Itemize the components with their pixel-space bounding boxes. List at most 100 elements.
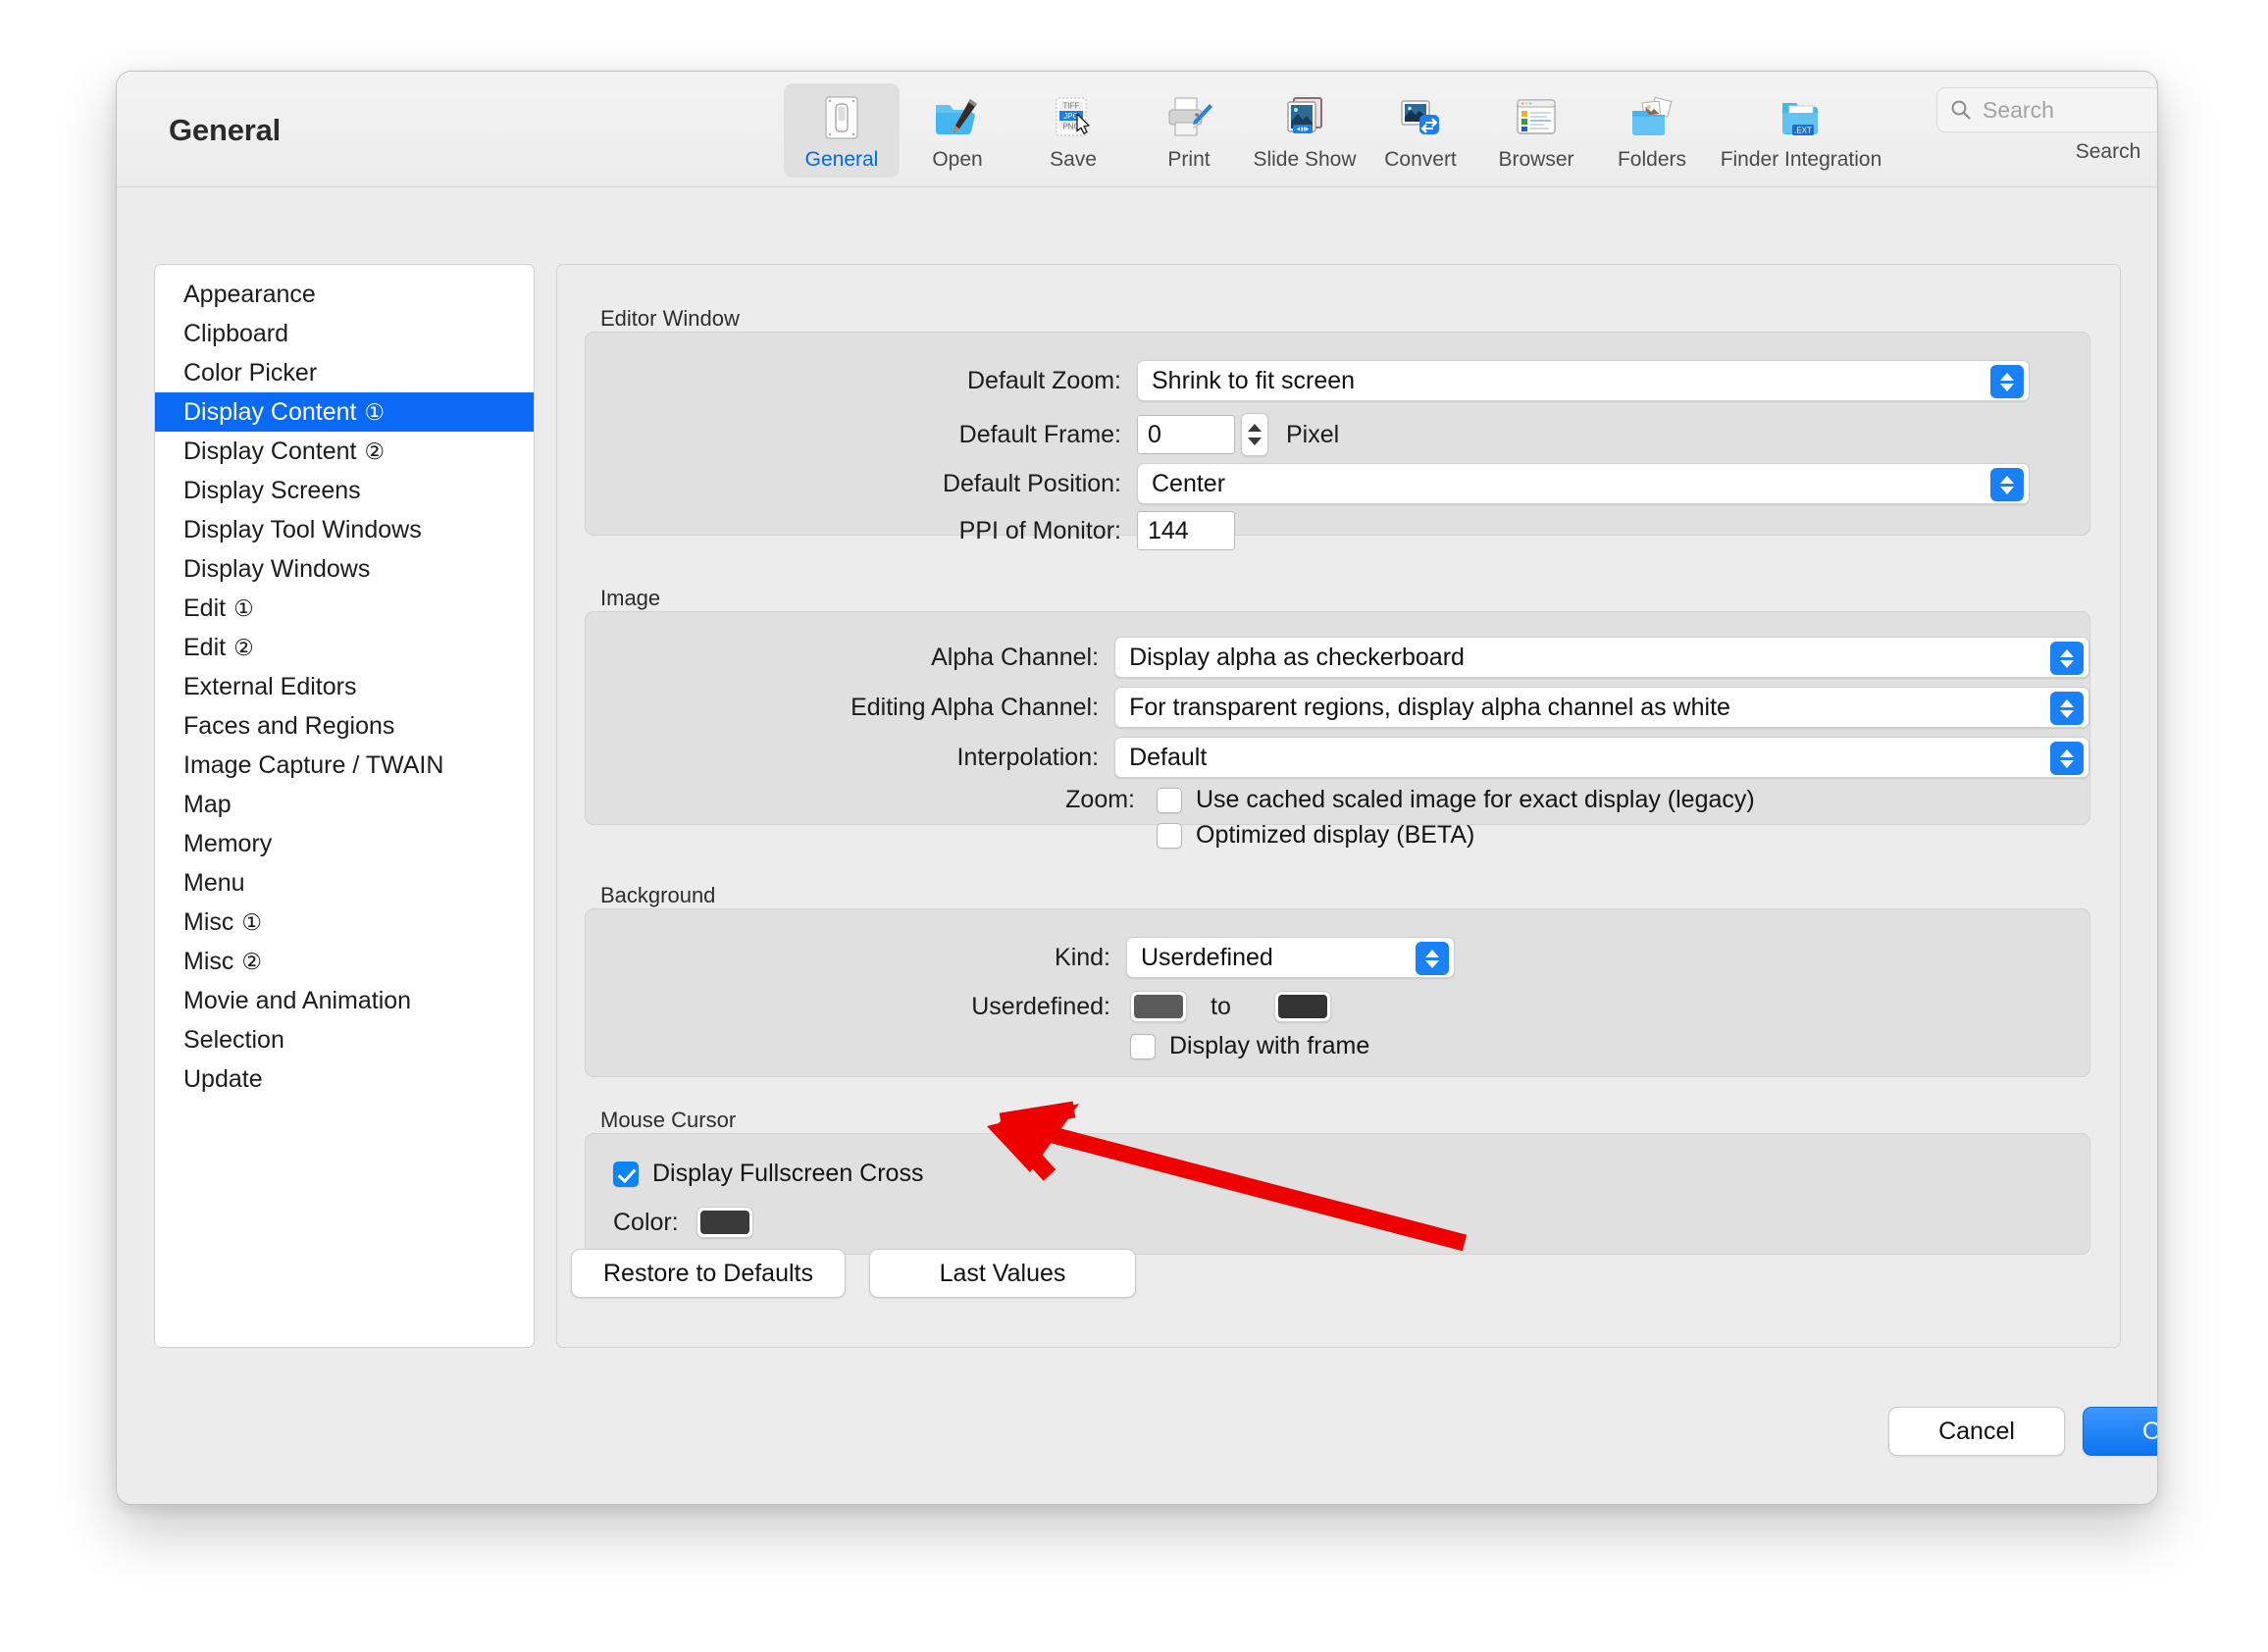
search-input[interactable]: Search <box>1983 97 2054 124</box>
toolbar-item-general[interactable]: General <box>784 83 900 178</box>
row-default-frame: Default Frame: 0 Pixel <box>586 413 2089 456</box>
editing-alpha-select[interactable]: For transparent regions, display alpha c… <box>1114 687 2089 728</box>
default-frame-input[interactable]: 0 <box>1137 415 1235 454</box>
sidebar-item-image-capture-twain[interactable]: Image Capture / TWAIN <box>155 746 534 785</box>
sidebar-item-label: Image Capture / TWAIN <box>183 750 444 779</box>
sidebar-item-label: Edit <box>183 633 227 661</box>
group-title-background: Background <box>600 883 716 907</box>
sidebar-item-map[interactable]: Map <box>155 785 534 824</box>
sidebar-item-update[interactable]: Update <box>155 1059 534 1099</box>
toolbar-item-finder-integration[interactable]: .EXT Finder Integration <box>1710 83 1892 178</box>
checkbox-box[interactable] <box>1157 787 1182 813</box>
row-default-zoom: Default Zoom: Shrink to fit screen <box>586 360 2089 401</box>
toolbar-item-print[interactable]: Print <box>1131 83 1247 178</box>
group-title-image: Image <box>600 586 661 610</box>
default-frame-stepper[interactable] <box>1241 413 1268 456</box>
chevron-updown-icon[interactable] <box>2050 742 2084 775</box>
search-icon <box>1949 98 1973 122</box>
chevron-updown-icon[interactable] <box>1416 942 1449 975</box>
interpolation-select[interactable]: Default <box>1114 737 2089 778</box>
chevron-updown-icon[interactable] <box>2050 692 2084 725</box>
sidebar-item-menu[interactable]: Menu <box>155 863 534 903</box>
sidebar-item-label: Selection <box>183 1025 284 1054</box>
checkbox-box[interactable] <box>613 1161 639 1187</box>
sidebar-item-label: Menu <box>183 868 245 897</box>
sidebar-item-display-screens[interactable]: Display Screens <box>155 471 534 510</box>
sidebar-item-display-content-1[interactable]: Display Content ① <box>155 392 534 432</box>
background-kind-value: Userdefined <box>1141 943 1273 971</box>
sidebar-item-misc-1[interactable]: Misc ① <box>155 903 534 942</box>
row-default-position: Default Position: Center <box>586 463 2089 504</box>
sidebar-item-movie-and-animation[interactable]: Movie and Animation <box>155 981 534 1020</box>
toolbar-items: General Open TIFF JPG PNG Save Print Sli… <box>784 83 1892 178</box>
last-values-button[interactable]: Last Values <box>869 1249 1136 1298</box>
sidebar-item-external-editors[interactable]: External Editors <box>155 667 534 706</box>
ppi-input[interactable]: 144 <box>1137 511 1235 550</box>
checkbox-box[interactable] <box>1157 822 1182 849</box>
page-title: General <box>169 113 282 147</box>
alpha-channel-select[interactable]: Display alpha as checkerboard <box>1114 637 2089 678</box>
background-kind-label: Kind: <box>1055 943 1110 971</box>
sidebar-item-display-tool-windows[interactable]: Display Tool Windows <box>155 510 534 549</box>
default-frame-label: Default Frame: <box>958 420 1121 448</box>
default-position-value: Center <box>1152 469 1226 497</box>
toolbar-item-label: Finder Integration <box>1720 148 1882 171</box>
display-with-frame-checkbox[interactable]: Display with frame <box>1130 1032 1369 1060</box>
sidebar-item-label: Misc <box>183 907 234 936</box>
sidebar-item-faces-and-regions[interactable]: Faces and Regions <box>155 706 534 746</box>
row-background-kind: Kind: Userdefined <box>586 937 2089 978</box>
default-position-select[interactable]: Center <box>1137 463 2030 504</box>
toolbar-item-browser[interactable]: Browser <box>1478 83 1594 178</box>
display-fullscreen-cross-label: Display Fullscreen Cross <box>652 1160 924 1187</box>
toolbar-item-open[interactable]: Open <box>900 83 1015 178</box>
search-box[interactable]: Search <box>1936 87 2157 132</box>
preferences-window: General General Open TIFF JPG PNG Save P… <box>116 71 2158 1505</box>
sidebar-item-label: Display Screens <box>183 476 361 504</box>
cached-scaled-image-checkbox[interactable]: Use cached scaled image for exact displa… <box>1157 786 1755 814</box>
background-color-to-well[interactable] <box>1273 991 1331 1022</box>
svg-text:TIFF: TIFF <box>1063 102 1080 111</box>
display-fullscreen-cross-checkbox[interactable]: Display Fullscreen Cross <box>613 1160 923 1188</box>
sidebar-item-label: External Editors <box>183 672 357 700</box>
row-cursor-color: Color: <box>613 1207 753 1238</box>
file-formats-icon: TIFF JPG PNG <box>1047 91 1100 144</box>
sidebar-item-display-windows[interactable]: Display Windows <box>155 549 534 589</box>
toolbar-item-label: Print <box>1167 148 1211 171</box>
optimized-display-checkbox[interactable]: Optimized display (BETA) <box>1157 821 1474 850</box>
chevron-updown-icon[interactable] <box>2050 642 2084 675</box>
sidebar-item-memory[interactable]: Memory <box>155 824 534 863</box>
ok-button[interactable]: OK <box>2083 1407 2157 1456</box>
sidebar-item-display-content-2[interactable]: Display Content ② <box>155 432 534 471</box>
sidebar-item-selection[interactable]: Selection <box>155 1020 534 1059</box>
toolbar-item-folders[interactable]: Folders <box>1594 83 1710 178</box>
sidebar-item-misc-2[interactable]: Misc ② <box>155 942 534 981</box>
checkbox-box[interactable] <box>1130 1033 1156 1059</box>
toolbar-item-slide-show[interactable]: Slide Show <box>1247 83 1363 178</box>
chevron-updown-icon[interactable] <box>1990 365 2024 398</box>
sidebar-item-edit-2[interactable]: Edit ② <box>155 628 534 667</box>
sidebar-item-appearance[interactable]: Appearance <box>155 275 534 314</box>
printer-icon <box>1162 91 1215 144</box>
cursor-color-well[interactable] <box>696 1207 753 1238</box>
sidebar-item-label: Display Content <box>183 437 357 465</box>
group-editor-window: Default Zoom: Shrink to fit screen Defau… <box>585 332 2090 550</box>
badge-circled-one: ① <box>364 398 386 425</box>
row-editing-alpha-channel: Editing Alpha Channel: For transparent r… <box>586 687 2089 728</box>
group-mouse-cursor: Display Fullscreen Cross Color: <box>585 1133 2090 1255</box>
sidebar-item-color-picker[interactable]: Color Picker <box>155 353 534 392</box>
sidebar-item-label: Appearance <box>183 280 316 308</box>
toolbar-item-save[interactable]: TIFF JPG PNG Save <box>1015 83 1131 178</box>
default-zoom-select[interactable]: Shrink to fit screen <box>1137 360 2030 401</box>
settings-content-panel: Editor Window Default Zoom: Shrink to fi… <box>556 264 2121 1348</box>
restore-to-defaults-button[interactable]: Restore to Defaults <box>571 1249 846 1298</box>
toolbar-item-convert[interactable]: Convert <box>1363 83 1478 178</box>
sidebar-item-clipboard[interactable]: Clipboard <box>155 314 534 353</box>
background-kind-select[interactable]: Userdefined <box>1126 937 1455 978</box>
group-title-editor-window: Editor Window <box>600 306 740 331</box>
sidebar-item-edit-1[interactable]: Edit ① <box>155 589 534 628</box>
editing-alpha-value: For transparent regions, display alpha c… <box>1129 693 1730 721</box>
settings-sidebar[interactable]: Appearance Clipboard Color Picker Displa… <box>154 264 535 1348</box>
cancel-button[interactable]: Cancel <box>1888 1407 2065 1456</box>
background-color-from-well[interactable] <box>1130 991 1187 1022</box>
chevron-updown-icon[interactable] <box>1990 468 2024 501</box>
